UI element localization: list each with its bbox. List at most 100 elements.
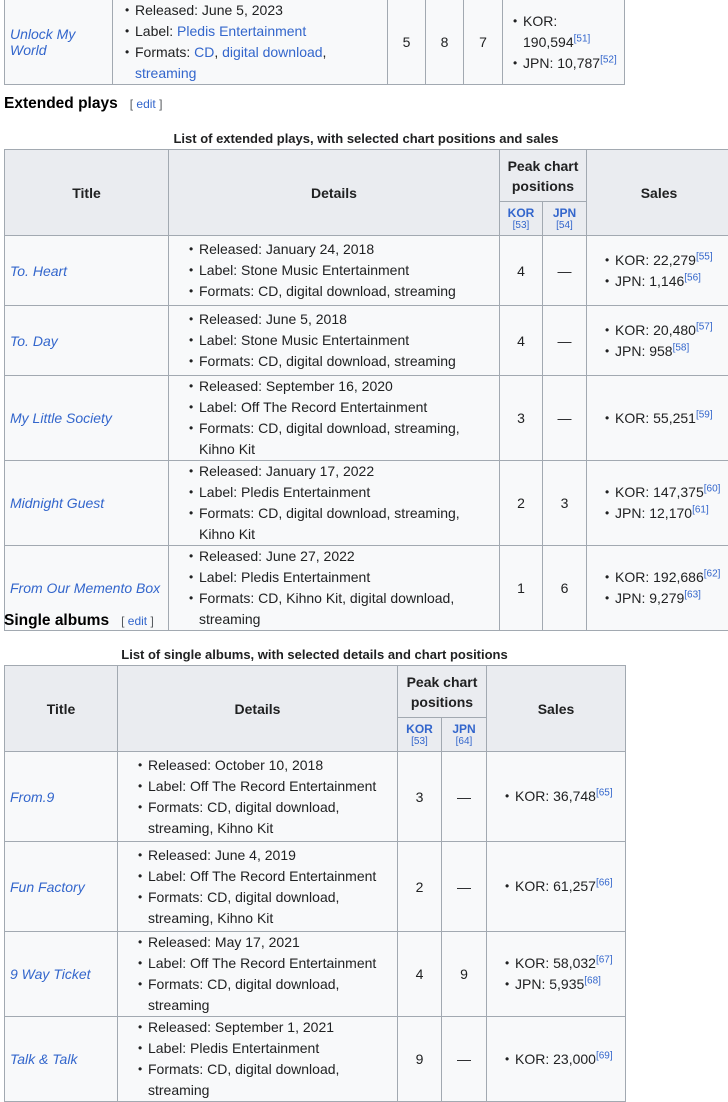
col-header-sales: Sales — [487, 666, 626, 752]
formats-item: Formats: CD, digital download, streaming… — [148, 887, 393, 929]
kor-link[interactable]: KOR — [398, 722, 441, 736]
col-header-details: Details — [169, 150, 500, 236]
ref-link[interactable]: [62] — [704, 568, 721, 579]
ref-link[interactable]: [65] — [596, 787, 613, 798]
ref-link[interactable]: [56] — [684, 272, 701, 283]
release-date: Released: September 1, 2021 — [148, 1017, 393, 1038]
ref-link[interactable]: [58] — [673, 342, 690, 353]
sales-cell: KOR: 36,748[65] — [487, 752, 626, 842]
ref-link[interactable]: [66] — [596, 877, 613, 888]
album-details-cell: Released: June 4, 2019Label: Off The Rec… — [118, 842, 398, 932]
ref-link[interactable]: [53] — [500, 220, 542, 232]
sales-item: KOR: 23,000[69] — [515, 1049, 625, 1070]
release-date: Released: January 24, 2018 — [199, 239, 495, 260]
table-row: 9 Way TicketReleased: May 17, 2021Label:… — [5, 932, 626, 1017]
ref-link[interactable]: [57] — [696, 321, 713, 332]
kor-link[interactable]: KOR — [500, 206, 542, 220]
sales-item: JPN: 12,170[61] — [615, 503, 728, 524]
sales-list: KOR: 22,279[55]JPN: 1,146[56] — [601, 250, 728, 292]
ref-link[interactable]: [60] — [704, 483, 721, 494]
col-header-peak: Peak chart positions — [500, 150, 587, 202]
chart-kor: 4 — [398, 932, 442, 1017]
ref-link[interactable]: [67] — [596, 954, 613, 965]
release-date: Released: June 27, 2022 — [199, 546, 495, 567]
album-title-cell: To. Heart — [5, 236, 169, 306]
formats-item: Formats: CD, Kihno Kit, digital download… — [199, 588, 495, 630]
sales-list: KOR: 58,032[67]JPN: 5,935[68] — [501, 953, 625, 995]
single-rows: From.9Released: October 10, 2018Label: O… — [5, 752, 626, 1102]
album-title-link[interactable]: From Our Memento Box — [10, 580, 160, 596]
sales-item: JPN: 5,935[68] — [515, 974, 625, 995]
sales-item: KOR: 190,594[51] — [523, 11, 624, 53]
label-link[interactable]: Pledis Entertainment — [177, 23, 306, 39]
ref-link[interactable]: [63] — [684, 589, 701, 600]
album-title-link[interactable]: Talk & Talk — [10, 1051, 77, 1067]
album-title-link[interactable]: My Little Society — [10, 410, 112, 426]
release-date: Released: June 4, 2019 — [148, 845, 393, 866]
col-header-jpn: JPN[54] — [543, 202, 587, 236]
section-heading-extended-plays: Extended plays[ edit ] — [4, 95, 162, 113]
chart-kor: 4 — [500, 236, 543, 306]
ref-link[interactable]: [61] — [692, 504, 709, 515]
col-header-jpn: JPN[64] — [442, 718, 487, 752]
chart-jpn: — — [442, 842, 487, 932]
sales-item: JPN: 1,146[56] — [615, 271, 728, 292]
col-header-kor: KOR[53] — [500, 202, 543, 236]
album-title-link[interactable]: From.9 — [10, 789, 54, 805]
details-list: Released: June 27, 2022Label: Pledis Ent… — [185, 546, 495, 630]
chart-kor: 9 — [398, 1017, 442, 1102]
edit-link[interactable]: edit — [128, 614, 147, 628]
ref-link[interactable]: [54] — [543, 220, 586, 232]
album-title-cell: Unlock My World — [5, 0, 113, 85]
ref-link[interactable]: [69] — [596, 1050, 613, 1061]
album-title-cell: My Little Society — [5, 376, 169, 461]
table-row: Fun Factory Released: June 4, 2019Label: … — [5, 842, 626, 932]
album-details-cell: Released: June 5, 2018Label: Stone Music… — [169, 306, 500, 376]
sales-list: KOR: 190,594[51] JPN: 10,787[52] — [509, 11, 624, 74]
edit-link[interactable]: edit — [136, 97, 155, 111]
sales-item: JPN: 9,279[63] — [615, 588, 728, 609]
col-header-sales: Sales — [587, 150, 728, 236]
details-list: Released: June 4, 2019Label: Off The Rec… — [134, 845, 393, 929]
sales-item: JPN: 10,787[52] — [523, 53, 624, 74]
ref-link[interactable]: [55] — [696, 251, 713, 262]
details-list: Released: September 1, 2021Label: Pledis… — [134, 1017, 393, 1101]
album-title-link[interactable]: Fun Factory — [10, 879, 85, 895]
format-link-streaming[interactable]: streaming — [135, 65, 196, 81]
sales-cell: KOR: 147,375[60]JPN: 12,170[61] — [587, 461, 728, 546]
ref-link[interactable]: [53] — [398, 736, 441, 748]
album-title-link[interactable]: Unlock My World — [10, 26, 75, 58]
formats-item: Formats: CD, digital download, streaming — [199, 351, 495, 372]
sales-list: KOR: 23,000[69] — [501, 1049, 625, 1070]
sales-item: KOR: 20,480[57] — [615, 320, 728, 341]
ref-link[interactable]: [68] — [584, 975, 601, 986]
col-header-kor: KOR[53] — [398, 718, 442, 752]
table-row: My Little Society Released: September 16,… — [5, 376, 728, 461]
album-title-cell: 9 Way Ticket — [5, 932, 118, 1017]
ep-rows: To. HeartReleased: January 24, 2018Label… — [5, 236, 728, 631]
jpn-link[interactable]: JPN — [543, 206, 586, 220]
format-link-digital[interactable]: digital download — [222, 44, 322, 60]
ref-link[interactable]: [64] — [442, 736, 486, 748]
label-item: Label: Off The Record Entertainment — [148, 776, 393, 797]
album-title-cell: Midnight Guest — [5, 461, 169, 546]
chart-kor: 2 — [398, 842, 442, 932]
jpn-link[interactable]: JPN — [442, 722, 486, 736]
release-date: Released: June 5, 2018 — [199, 309, 495, 330]
chart-jpn: 6 — [543, 546, 587, 631]
album-title-link[interactable]: To. Heart — [10, 263, 67, 279]
sales-list: KOR: 61,257[66] — [501, 876, 625, 897]
release-date: Released: September 16, 2020 — [199, 376, 495, 397]
format-link-cd[interactable]: CD — [194, 44, 214, 60]
ref-link[interactable]: [52] — [600, 54, 617, 65]
album-title-cell: Talk & Talk — [5, 1017, 118, 1102]
sales-cell: KOR: 55,251[59] — [587, 376, 728, 461]
album-title-link[interactable]: 9 Way Ticket — [10, 966, 91, 982]
album-title-link[interactable]: Midnight Guest — [10, 495, 104, 511]
table-row: Talk & Talk Released: September 1, 2021La… — [5, 1017, 626, 1102]
album-details-cell: Released: September 1, 2021Label: Pledis… — [118, 1017, 398, 1102]
ref-link[interactable]: [59] — [696, 409, 713, 420]
ref-link[interactable]: [51] — [574, 33, 591, 44]
album-title-link[interactable]: To. Day — [10, 333, 58, 349]
label-item: Label: Pledis Entertainment — [148, 1038, 393, 1059]
